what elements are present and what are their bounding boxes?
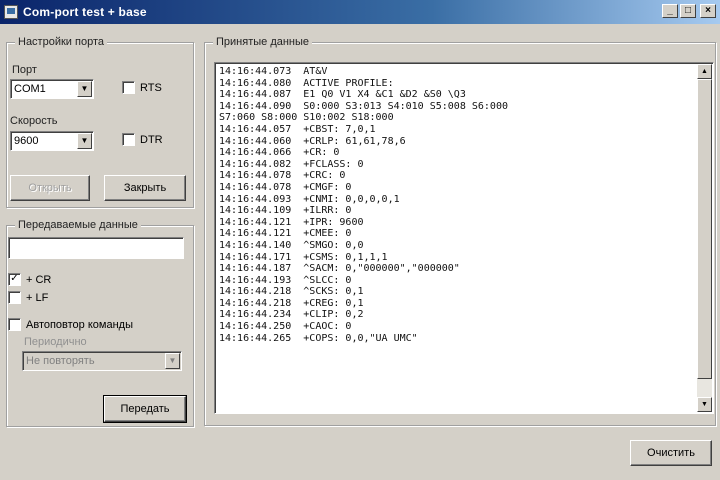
clear-button[interactable]: Очистить <box>630 440 712 466</box>
log-lines: 14:16:44.073 AT&V 14:16:44.080 ACTIVE PRO… <box>219 66 695 344</box>
port-settings-label: Настройки порта <box>15 36 107 48</box>
log-line: 14:16:44.078 +CRC: 0 <box>219 170 346 182</box>
rts-checkbox[interactable]: RTS <box>122 81 162 94</box>
close-window-button[interactable]: × <box>700 4 716 18</box>
log-line: 14:16:44.171 +CSMS: 0,1,1,1 <box>219 251 388 263</box>
check-icon[interactable]: ✓ <box>8 273 21 286</box>
chevron-down-icon[interactable]: ▼ <box>77 81 92 97</box>
log-line: 14:16:44.082 +FCLASS: 0 <box>219 158 364 170</box>
log-line: 14:16:44.093 +CNMI: 0,0,0,0,1 <box>219 193 400 205</box>
chevron-down-icon[interactable]: ▼ <box>165 353 180 369</box>
log-line: 14:16:44.121 +IPR: 9600 <box>219 216 364 228</box>
send-data-label: Передаваемые данные <box>15 219 141 231</box>
log-line: 14:16:44.078 +CMGF: 0 <box>219 181 352 193</box>
speed-select[interactable]: 9600 ▼ <box>10 131 94 151</box>
window-controls: _ □ × <box>662 4 716 18</box>
log-line: 14:16:44.121 +CMEE: 0 <box>219 228 352 240</box>
port-select[interactable]: COM1 ▼ <box>10 79 94 99</box>
port-label: Порт <box>12 64 37 76</box>
speed-label: Скорость <box>10 115 58 127</box>
log-line: 14:16:44.073 AT&V <box>219 66 328 77</box>
lf-checkbox[interactable]: + LF <box>8 291 48 304</box>
rts-label: RTS <box>140 81 162 94</box>
window-title: Com-port test + base <box>23 5 147 19</box>
log-line: 14:16:44.060 +CRLP: 61,61,78,6 <box>219 135 406 147</box>
log-line: 14:16:44.218 +CREG: 0,1 <box>219 297 364 309</box>
scroll-up-icon[interactable]: ▲ <box>697 64 712 79</box>
auto-repeat-checkbox[interactable]: Автоповтор команды <box>8 318 133 331</box>
log-line: 14:16:44.250 +CAOC: 0 <box>219 321 352 333</box>
dtr-label: DTR <box>140 133 163 146</box>
port-select-value: COM1 <box>14 83 46 95</box>
log-line: 14:16:44.218 ^SCKS: 0,1 <box>219 286 364 298</box>
title-bar: Com-port test + base _ □ × <box>0 0 720 24</box>
log-line: 14:16:44.234 +CLIP: 0,2 <box>219 309 364 321</box>
log-line: 14:16:44.066 +CR: 0 <box>219 147 340 159</box>
period-label: Периодично <box>24 336 87 348</box>
auto-repeat-label: Автоповтор команды <box>26 318 133 331</box>
send-button[interactable]: Передать <box>103 395 187 423</box>
cr-checkbox[interactable]: ✓ + CR <box>8 273 51 286</box>
minimize-button[interactable]: _ <box>662 4 678 18</box>
log-line: 14:16:44.090 S0:000 S3:013 S4:010 S5:008… <box>219 100 508 112</box>
open-port-button[interactable]: Открыть <box>10 175 90 201</box>
lf-label: + LF <box>26 291 49 304</box>
log-line: 14:16:44.087 E1 Q0 V1 X4 &C1 &D2 &S0 \Q3 <box>219 89 466 101</box>
scroll-thumb[interactable] <box>697 79 712 379</box>
lf-checkbox-box[interactable] <box>8 291 21 304</box>
rts-checkbox-box[interactable] <box>122 81 135 94</box>
log-line: 14:16:44.080 ACTIVE PROFILE: <box>219 77 394 89</box>
scroll-down-icon[interactable]: ▼ <box>697 397 712 412</box>
received-log[interactable]: 14:16:44.073 AT&V 14:16:44.080 ACTIVE PRO… <box>214 62 714 414</box>
log-line: 14:16:44.057 +CBST: 7,0,1 <box>219 123 376 135</box>
log-line: 14:16:44.140 ^SMGO: 0,0 <box>219 239 364 251</box>
log-line: 14:16:44.109 +ILRR: 0 <box>219 205 352 217</box>
speed-select-value: 9600 <box>14 135 39 147</box>
chevron-down-icon[interactable]: ▼ <box>77 133 92 149</box>
dtr-checkbox-box[interactable] <box>122 133 135 146</box>
log-line: 14:16:44.187 ^SACM: 0,"000000","000000" <box>219 263 460 275</box>
app-icon <box>4 5 18 19</box>
period-select-value: Не повторять <box>26 355 95 367</box>
send-input[interactable] <box>8 237 184 259</box>
dtr-checkbox[interactable]: DTR <box>122 133 163 146</box>
maximize-button[interactable]: □ <box>680 4 696 18</box>
received-data-label: Принятые данные <box>213 36 313 48</box>
log-line: S7:060 S8:000 S10:002 S18:000 <box>219 112 394 124</box>
log-scrollbar[interactable]: ▲ ▼ <box>697 64 712 412</box>
cr-label: + CR <box>26 273 52 286</box>
close-port-button[interactable]: Закрыть <box>104 175 186 201</box>
log-line: 14:16:44.193 ^SLCC: 0 <box>219 274 352 286</box>
period-select[interactable]: Не повторять ▼ <box>22 351 182 371</box>
log-line: 14:16:44.265 +COPS: 0,0,"UA UMC" <box>219 332 418 344</box>
auto-repeat-checkbox-box[interactable] <box>8 318 21 331</box>
